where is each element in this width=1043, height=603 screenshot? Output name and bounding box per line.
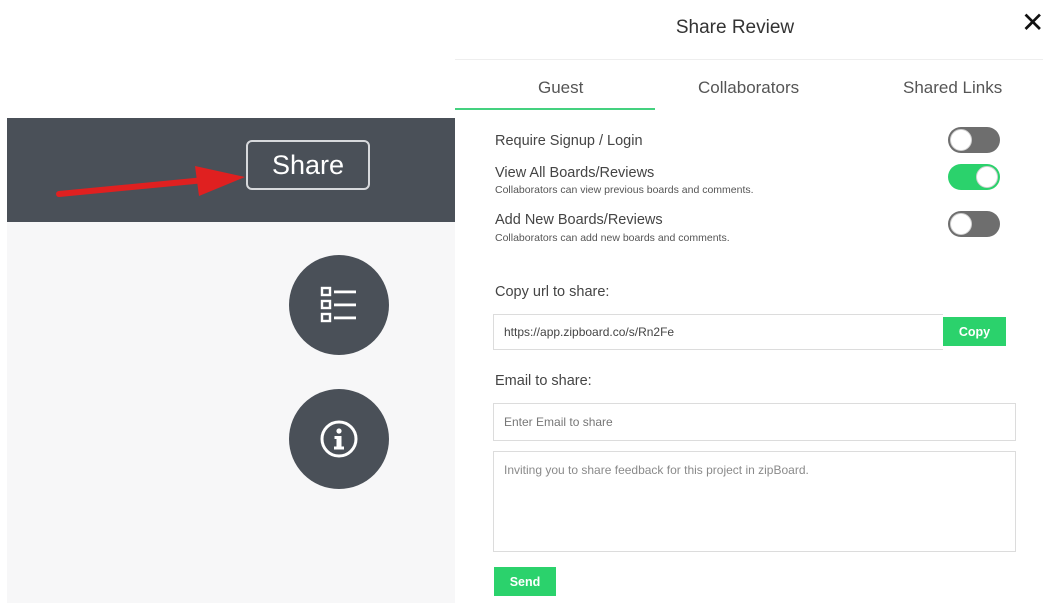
setting-add-new-label: Add New Boards/Reviews xyxy=(495,212,663,228)
setting-require-signup-label: Require Signup / Login xyxy=(495,133,643,149)
active-tab-indicator xyxy=(455,108,655,110)
setting-view-all-label: View All Boards/Reviews xyxy=(495,165,655,181)
close-icon[interactable]: ✕ xyxy=(1021,8,1043,38)
checklist-icon xyxy=(320,286,356,323)
toggle-knob xyxy=(950,213,972,235)
share-button[interactable]: Share xyxy=(246,140,370,190)
setting-view-all-description: Collaborators can view previous boards a… xyxy=(495,184,754,196)
tab-guest[interactable]: Guest xyxy=(538,78,583,98)
add-new-boards-toggle[interactable] xyxy=(948,211,1000,237)
email-label: Email to share: xyxy=(495,373,592,389)
copy-button[interactable]: Copy xyxy=(943,317,1006,346)
email-input[interactable] xyxy=(493,403,1016,441)
toggle-knob xyxy=(976,166,998,188)
info-icon xyxy=(320,420,358,458)
red-arrow-annotation xyxy=(56,166,245,197)
message-textarea[interactable] xyxy=(493,451,1016,552)
tab-collaborators[interactable]: Collaborators xyxy=(698,78,799,98)
toggle-knob xyxy=(950,129,972,151)
view-all-boards-toggle[interactable] xyxy=(948,164,1000,190)
share-review-modal: Share Review ✕ Guest Collaborators Share… xyxy=(455,0,1043,603)
setting-add-new-description: Collaborators can add new boards and com… xyxy=(495,232,730,244)
checklist-button[interactable] xyxy=(289,255,389,355)
require-signup-toggle[interactable] xyxy=(948,127,1000,153)
tab-bar: Guest Collaborators Shared Links xyxy=(455,60,1043,110)
info-button[interactable] xyxy=(289,389,389,489)
copy-url-label: Copy url to share: xyxy=(495,284,610,300)
share-url-field[interactable] xyxy=(493,314,943,350)
send-button[interactable]: Send xyxy=(494,567,556,596)
modal-title: Share Review xyxy=(675,17,795,38)
tab-shared-links[interactable]: Shared Links xyxy=(903,78,1002,98)
